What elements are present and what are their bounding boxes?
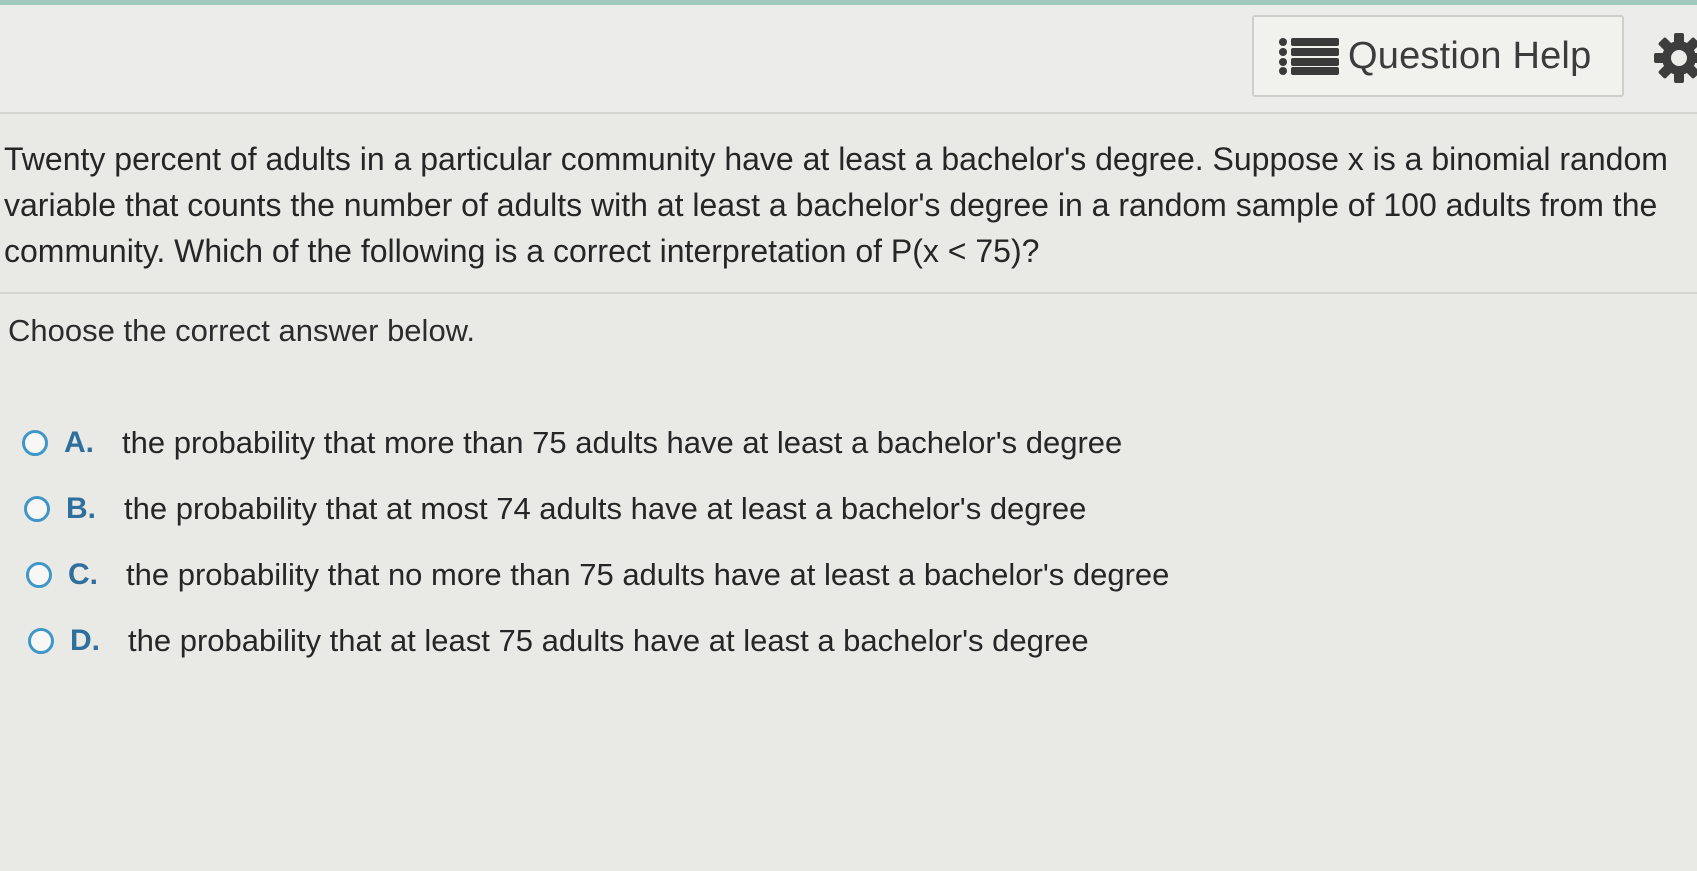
choice-letter: C. [68,558,98,591]
choice-letter: B. [66,492,96,525]
gear-icon[interactable] [1654,33,1697,83]
choice-text: the probability that at least 75 adults … [128,623,1089,658]
header-divider [0,112,1697,114]
choice-text: the probability that no more than 75 adu… [126,557,1170,592]
question-text: Twenty percent of adults in a particular… [4,141,1668,269]
radio-button[interactable] [24,496,50,522]
choice-b[interactable]: B. the probability that at most 74 adult… [24,484,1086,534]
choice-letter: D. [70,624,100,657]
question-help-label: Question Help [1348,34,1592,77]
question-help-button[interactable]: Question Help [1252,15,1624,97]
choice-a[interactable]: A. the probability that more than 75 adu… [22,418,1122,468]
radio-button[interactable] [26,562,52,588]
question-divider [0,292,1697,294]
answer-prompt: Choose the correct answer below. [8,313,475,348]
radio-button[interactable] [22,430,48,456]
choice-d[interactable]: D. the probability that at least 75 adul… [28,616,1089,666]
list-icon [1279,38,1339,75]
choice-letter: A. [64,426,94,459]
choice-text: the probability that more than 75 adults… [122,425,1123,460]
choice-text: the probability that at most 74 adults h… [124,491,1087,526]
radio-button[interactable] [28,628,54,654]
question-header: Question Help [0,5,1697,113]
choice-c[interactable]: C. the probability that no more than 75 … [26,550,1169,600]
